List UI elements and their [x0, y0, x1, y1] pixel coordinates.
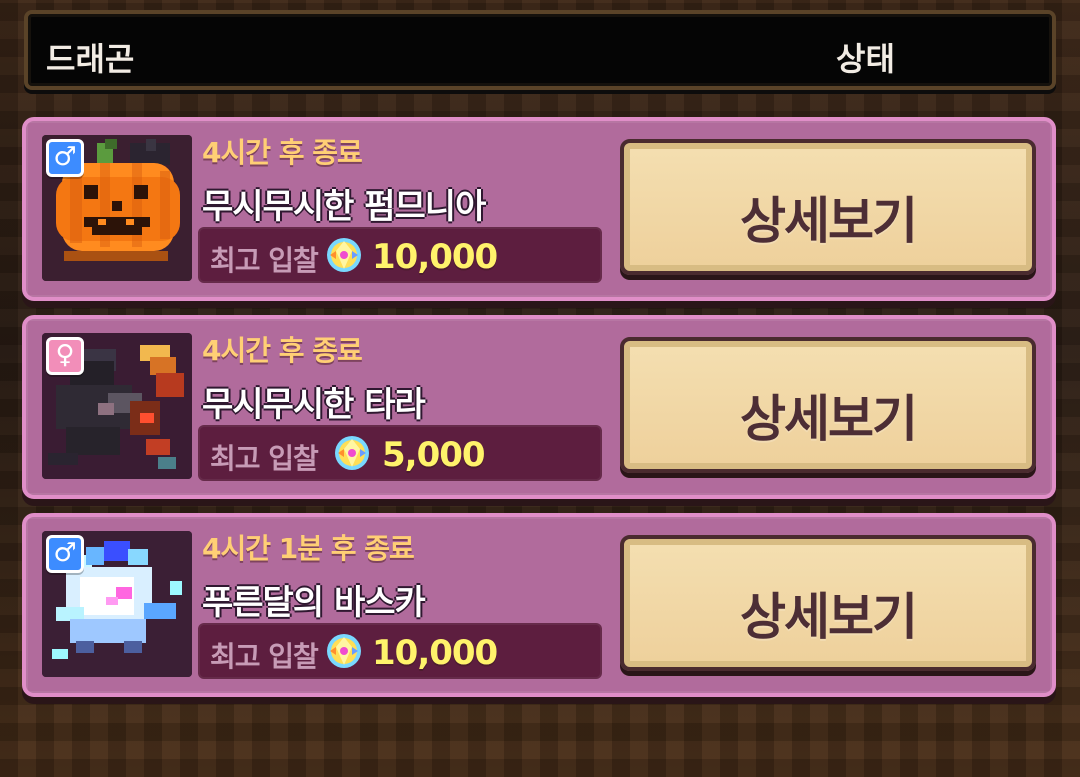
detail-button-label: 상세보기	[740, 192, 918, 250]
list-header: 드래곤 상태	[24, 10, 1056, 90]
auction-listing: ♂ 4시간 후 종료 무시무시한 펌므니아 최고 입찰 10,000 상세보기	[22, 117, 1056, 301]
male-icon: ♂	[46, 535, 84, 573]
diamond-coin-icon	[322, 629, 366, 673]
diamond-coin-icon	[330, 431, 374, 475]
highest-bid-panel: 최고 입찰 5,000	[198, 425, 602, 481]
detail-button[interactable]: 상세보기	[620, 337, 1036, 473]
dragon-name: 무시무시한 타라	[202, 385, 426, 425]
dragon-column-label: 드래곤	[46, 40, 135, 78]
bid-amount: 10,000	[372, 237, 498, 277]
bid-label: 최고 입찰	[210, 640, 319, 673]
end-time-text: 4시간 1분 후 종료	[202, 532, 415, 565]
auction-listing: ♀ 4시간 후 종료 무시무시한 타라 최고 입찰 5,000 상세보기	[22, 315, 1056, 499]
bid-label: 최고 입찰	[210, 244, 319, 277]
detail-button-label: 상세보기	[740, 390, 918, 448]
bid-amount: 10,000	[372, 633, 498, 673]
end-time-text: 4시간 후 종료	[202, 334, 363, 367]
detail-button-label: 상세보기	[740, 588, 918, 646]
bid-amount: 5,000	[382, 435, 486, 475]
end-time-text: 4시간 후 종료	[202, 136, 363, 169]
male-icon: ♂	[46, 139, 84, 177]
dragon-name: 푸른달의 바스카	[202, 583, 426, 623]
highest-bid-panel: 최고 입찰 10,000	[198, 623, 602, 679]
highest-bid-panel: 최고 입찰 10,000	[198, 227, 602, 283]
diamond-coin-icon	[322, 233, 366, 277]
status-column-label: 상태	[836, 40, 895, 78]
detail-button[interactable]: 상세보기	[620, 139, 1036, 275]
female-icon: ♀	[46, 337, 84, 375]
bid-label: 최고 입찰	[210, 442, 319, 475]
dragon-name: 무시무시한 펌므니아	[202, 187, 486, 227]
auction-listing: ♂ 4시간 1분 후 종료 푸른달의 바스카 최고 입찰 10,000 상세보기	[22, 513, 1056, 697]
detail-button[interactable]: 상세보기	[620, 535, 1036, 671]
